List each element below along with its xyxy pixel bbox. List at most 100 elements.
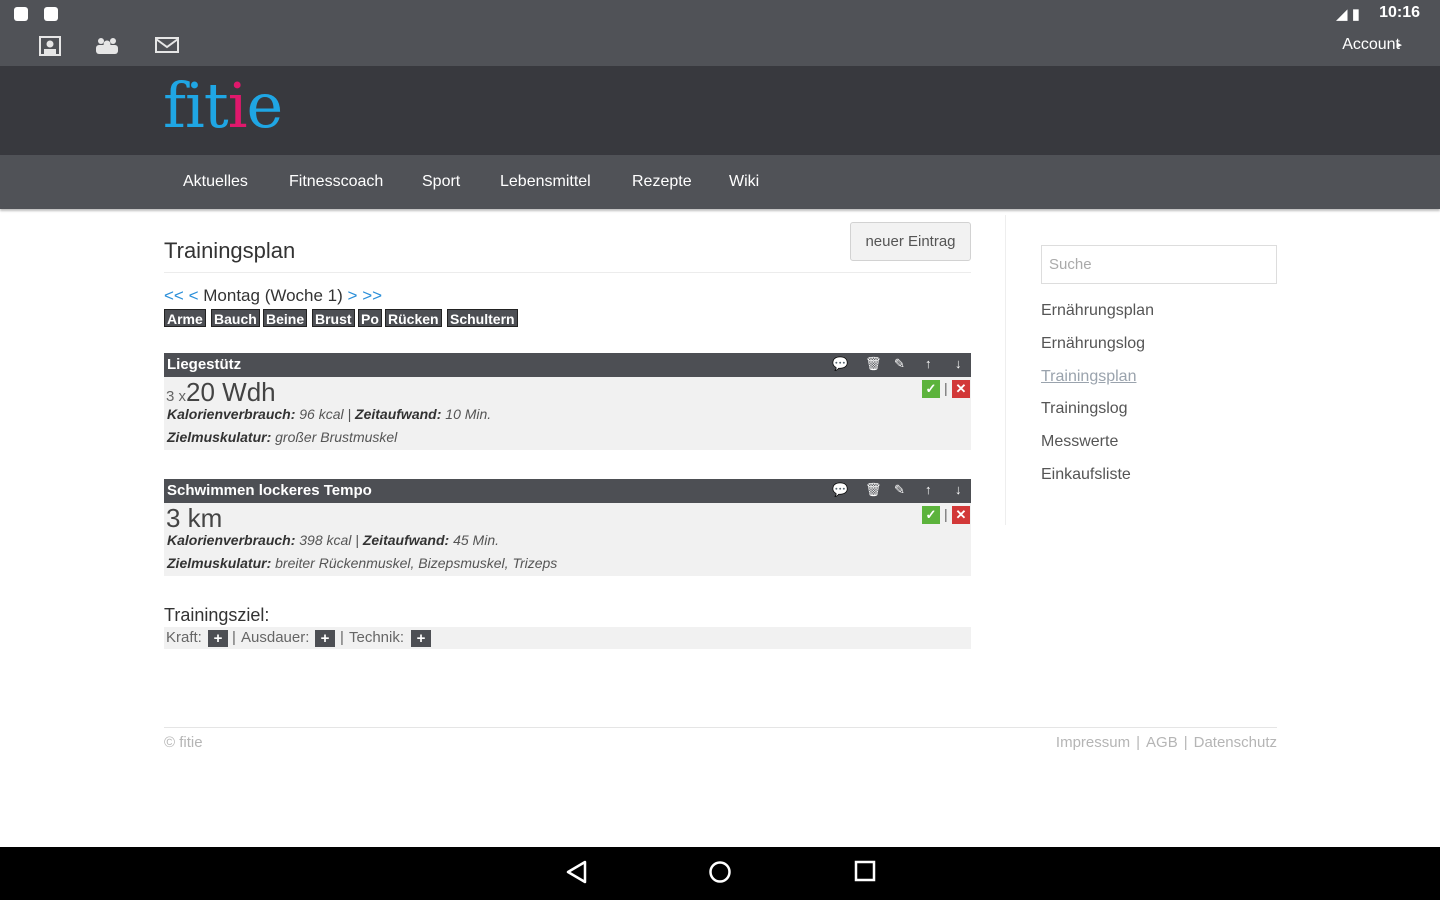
check-icon[interactable]: ✓ <box>922 506 940 524</box>
main-nav: Aktuelles Fitnesscoach Sport Lebensmitte… <box>0 155 1440 209</box>
kcal-value: 398 kcal <box>299 532 352 548</box>
system-nav-bar <box>0 847 1440 900</box>
tag-po[interactable]: Po <box>358 309 382 327</box>
community-icon[interactable] <box>95 36 119 60</box>
next-day-link[interactable]: > <box>348 286 358 305</box>
kcal-label: Kalorienverbrauch: <box>167 406 296 422</box>
home-icon[interactable] <box>708 860 732 888</box>
sidebar-item-trainingsplan[interactable]: Trainingsplan <box>1041 368 1136 386</box>
separator: | <box>232 629 236 646</box>
footer-links: Impressum | AGB | Datenschutz <box>1056 734 1277 751</box>
nav-item-rezepte[interactable]: Rezepte <box>632 173 692 191</box>
mail-icon[interactable] <box>155 36 179 58</box>
caret-right-icon: ▸ <box>1396 39 1402 51</box>
time-label: Zeitaufwand: <box>355 406 442 422</box>
footer-link-datenschutz[interactable]: Datenschutz <box>1194 734 1277 751</box>
trash-icon[interactable]: 🗑 <box>865 357 882 371</box>
footer-divider <box>164 727 1277 728</box>
trash-icon[interactable]: 🗑 <box>865 483 882 497</box>
prev-day-link[interactable]: < <box>189 286 199 305</box>
sidebar-item-ernaehrungslog[interactable]: Ernährungslog <box>1041 335 1145 353</box>
account-menu[interactable]: Account <box>1342 36 1400 54</box>
goal-label-kraft: Kraft: <box>166 629 202 646</box>
nav-item-sport[interactable]: Sport <box>422 173 460 191</box>
tag-schultern[interactable]: Schultern <box>447 309 518 327</box>
footer-link-impressum[interactable]: Impressum <box>1056 734 1130 751</box>
distance-value: 3 km <box>166 503 223 533</box>
exercise-card: Schwimmen lockeres Tempo 💬 🗑 ✎ ↑ ↓ 3 km … <box>164 479 971 576</box>
tag-beine[interactable]: Beine <box>263 309 308 327</box>
footer-link-agb[interactable]: AGB <box>1146 734 1178 751</box>
sidebar-item-messwerte[interactable]: Messwerte <box>1041 433 1118 451</box>
exercise-muscles: Zielmuskulatur: großer Brustmuskel <box>167 429 397 445</box>
separator: | <box>944 506 948 522</box>
plus-icon[interactable]: + <box>315 630 335 647</box>
separator: | <box>340 629 344 646</box>
time-value: 45 Min. <box>453 532 499 548</box>
copyright: © fitie <box>164 734 203 751</box>
time-label: Zeitaufwand: <box>362 532 450 548</box>
separator: | <box>1136 734 1141 751</box>
page-title: Trainingsplan <box>164 238 296 263</box>
time-value: 10 Min. <box>445 406 492 422</box>
first-day-link[interactable]: << <box>164 286 184 305</box>
exercise-name: Liegestütz <box>167 356 242 373</box>
account-label: Account <box>1342 36 1400 53</box>
exercise-name: Schwimmen lockeres Tempo <box>167 482 372 499</box>
logo-part: e <box>246 69 284 142</box>
move-down-icon[interactable]: ↓ <box>955 483 962 497</box>
sidebar-item-trainingslog[interactable]: Trainingslog <box>1041 400 1128 418</box>
separator: | <box>1183 734 1188 751</box>
tag-bauch[interactable]: Bauch <box>211 309 260 327</box>
comment-icon[interactable]: 💬 <box>832 357 848 371</box>
plus-icon[interactable]: + <box>208 630 228 647</box>
nav-item-wiki[interactable]: Wiki <box>729 173 759 191</box>
separator: | <box>944 380 948 396</box>
close-icon[interactable]: ✕ <box>952 506 970 524</box>
tag-arme[interactable]: Arme <box>164 309 206 327</box>
logo-part: fit <box>163 69 229 142</box>
tag-ruecken[interactable]: Rücken <box>385 309 442 327</box>
check-icon[interactable]: ✓ <box>922 380 940 398</box>
exercise-card: Liegestütz 💬 🗑 ✎ ↑ ↓ 3 x20 Wdh ✓ | ✕ Kal… <box>164 353 971 450</box>
search-input[interactable] <box>1041 245 1277 284</box>
nav-item-lebensmittel[interactable]: Lebensmittel <box>500 173 591 191</box>
divider <box>164 272 971 273</box>
plus-icon[interactable]: + <box>411 630 431 647</box>
nav-item-fitnesscoach[interactable]: Fitnesscoach <box>289 173 383 191</box>
close-icon[interactable]: ✕ <box>952 380 970 398</box>
muscle-label: Zielmuskulatur: <box>167 429 272 445</box>
logo-part: i <box>227 69 248 142</box>
nav-item-aktuelles[interactable]: Aktuelles <box>183 173 248 191</box>
edit-icon[interactable]: ✎ <box>894 483 905 497</box>
last-day-link[interactable]: >> <box>362 286 382 305</box>
profile-icon[interactable] <box>39 36 61 60</box>
exercise-card-header: Schwimmen lockeres Tempo 💬 🗑 ✎ ↑ ↓ <box>164 479 971 503</box>
muscle-label: Zielmuskulatur: <box>167 555 272 571</box>
clock: 10:16 <box>1379 4 1420 21</box>
column-divider <box>1005 215 1006 525</box>
tag-brust[interactable]: Brust <box>312 309 355 327</box>
sets-count: 3 x <box>166 388 187 405</box>
day-navigation: << < Montag (Woche 1) > >> <box>164 286 382 306</box>
kcal-label: Kalorienverbrauch: <box>167 532 296 548</box>
sidebar-item-ernaehrungsplan[interactable]: Ernährungsplan <box>1041 302 1154 320</box>
fitie-logo[interactable]: fitie <box>163 73 283 139</box>
training-goal-title: Trainingsziel: <box>164 605 270 625</box>
recents-icon[interactable] <box>854 860 876 886</box>
exercise-amount: 3 km <box>166 504 222 532</box>
training-goal-row: Kraft: + | Ausdauer: + | Technik: + <box>164 627 971 649</box>
move-up-icon[interactable]: ↑ <box>925 483 932 497</box>
notification-icon <box>14 7 28 21</box>
sidebar-item-einkaufsliste[interactable]: Einkaufsliste <box>1041 466 1131 484</box>
day-label: Montag (Woche 1) <box>203 286 343 305</box>
move-down-icon[interactable]: ↓ <box>955 357 962 371</box>
back-icon[interactable] <box>565 860 587 888</box>
edit-icon[interactable]: ✎ <box>894 357 905 371</box>
comment-icon[interactable]: 💬 <box>832 483 848 497</box>
kcal-value: 96 kcal <box>299 406 344 422</box>
exercise-card-header: Liegestütz 💬 🗑 ✎ ↑ ↓ <box>164 353 971 377</box>
move-up-icon[interactable]: ↑ <box>925 357 932 371</box>
goal-label-technik: Technik: <box>349 629 405 646</box>
new-entry-button[interactable]: neuer Eintrag <box>850 222 971 261</box>
